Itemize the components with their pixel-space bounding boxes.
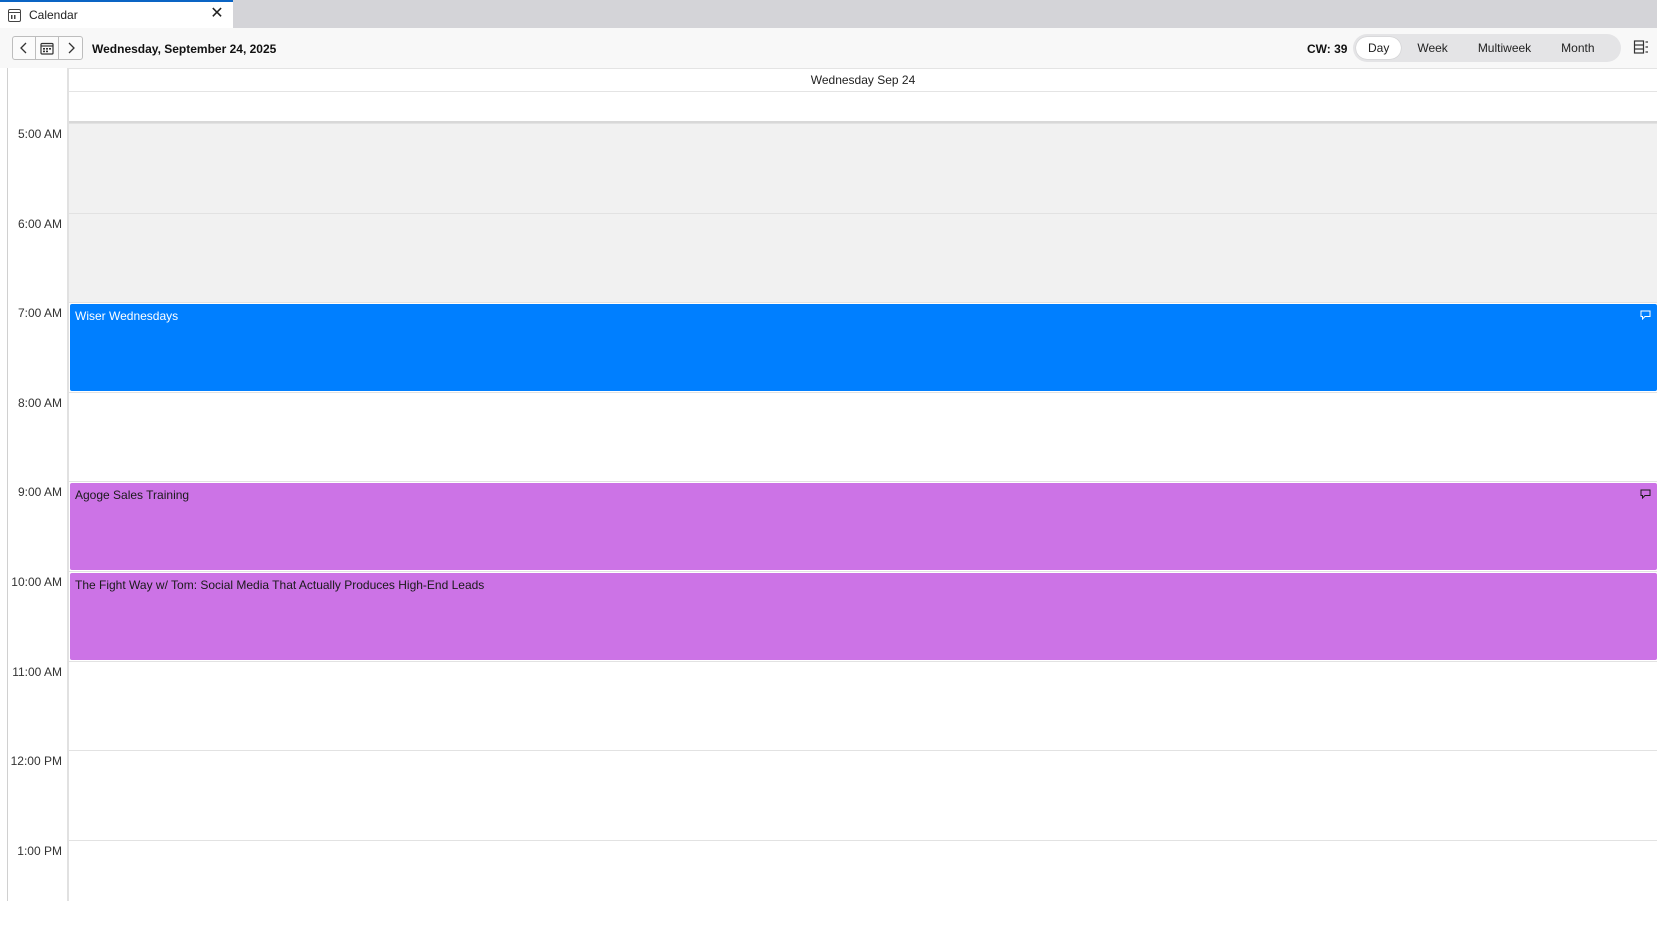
chevron-right-icon (68, 42, 75, 54)
hour-slot[interactable] (69, 750, 1657, 840)
hour-label: 9:00 AM (17, 485, 62, 500)
hour-label: 1:00 PM (17, 843, 62, 858)
hour-label: 6:00 AM (17, 216, 62, 231)
current-date-title: Wednesday, September 24, 2025 (92, 42, 277, 56)
calendar-week-label: CW: 39 (1307, 42, 1348, 56)
hour-slot[interactable] (69, 123, 1657, 213)
hour-slot[interactable] (69, 391, 1657, 482)
hour-slot[interactable] (69, 660, 1657, 751)
view-settings-icon[interactable] (1633, 39, 1649, 55)
hour-label: 11:00 AM (12, 664, 62, 679)
previous-day-button[interactable] (13, 37, 36, 59)
date-navigation (12, 36, 83, 60)
view-month-button[interactable]: Month (1549, 37, 1606, 59)
event-title: The Fight Way w/ Tom: Social Media That … (75, 577, 485, 592)
calendar-today-icon (40, 42, 54, 55)
calendar-icon (8, 8, 21, 22)
view-switcher: Day Week Multiweek Month (1353, 34, 1621, 62)
next-day-button[interactable] (59, 37, 82, 59)
view-week-button[interactable]: Week (1405, 37, 1459, 59)
hour-label: 8:00 AM (17, 395, 62, 410)
hour-label: 7:00 AM (17, 306, 62, 321)
calendar-event[interactable]: Agoge Sales Training (70, 482, 1657, 571)
left-edge (7, 68, 8, 901)
event-title: Wiser Wednesdays (75, 308, 179, 323)
calendar-event[interactable]: Wiser Wednesdays (70, 303, 1657, 392)
hour-label: 10:00 AM (11, 575, 62, 589)
tab-strip: Calendar ✕ (0, 0, 1657, 28)
event-title: Agoge Sales Training (75, 487, 190, 502)
hour-slot[interactable] (69, 839, 1657, 930)
today-button[interactable] (36, 37, 59, 59)
tab-calendar[interactable]: Calendar ✕ (0, 0, 233, 28)
calendar-toolbar: Wednesday, September 24, 2025 CW: 39 Day… (0, 28, 1657, 68)
all-day-area[interactable] (69, 92, 1657, 123)
day-column-header[interactable]: Wednesday Sep 24 (69, 68, 1657, 92)
close-icon[interactable]: ✕ (209, 6, 225, 22)
chat-bubble-icon (1640, 489, 1651, 499)
tab-label: Calendar (29, 8, 78, 22)
hour-slot[interactable] (69, 212, 1657, 303)
view-multiweek-button[interactable]: Multiweek (1466, 37, 1543, 59)
view-day-button[interactable]: Day (1356, 37, 1402, 59)
hour-label: 12:00 PM (10, 754, 62, 769)
chat-bubble-icon (1640, 310, 1651, 320)
chevron-left-icon (20, 42, 27, 54)
calendar-event[interactable]: The Fight Way w/ Tom: Social Media That … (70, 572, 1657, 661)
hour-label: 5:00 AM (17, 127, 62, 141)
